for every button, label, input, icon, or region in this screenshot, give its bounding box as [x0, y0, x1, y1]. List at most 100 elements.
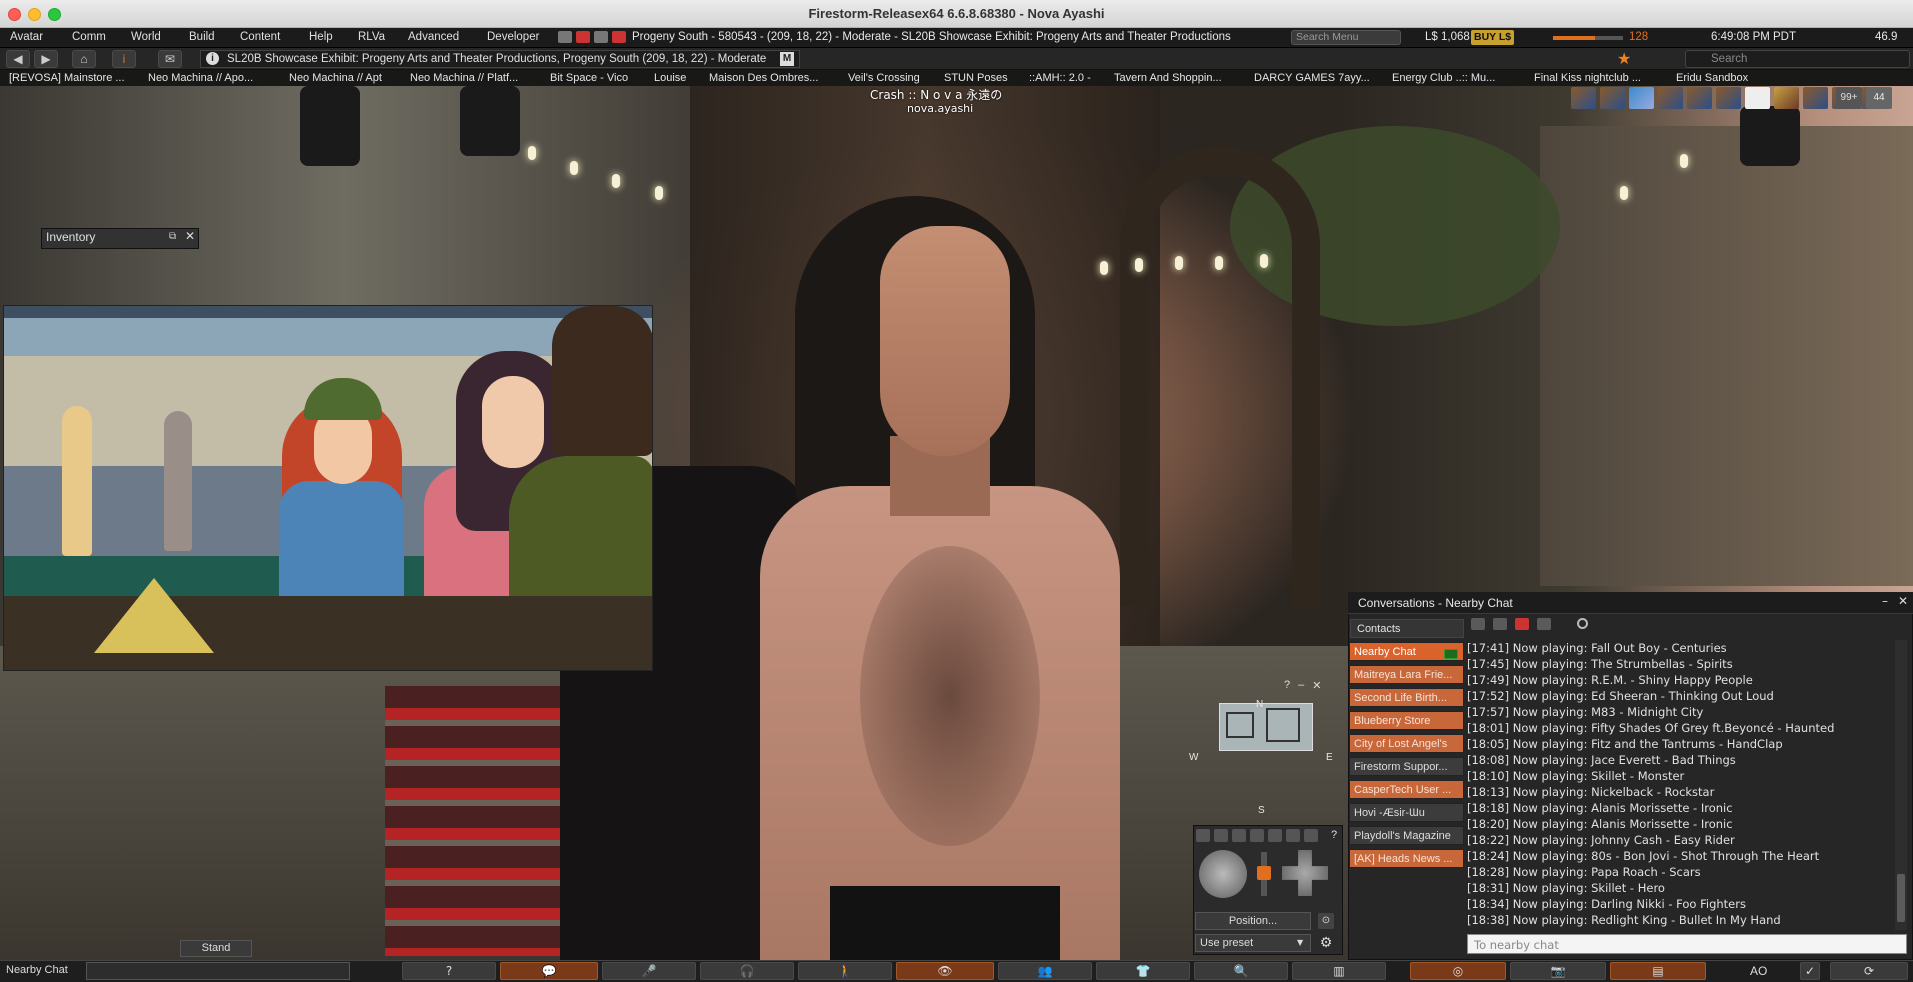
location-text[interactable]: Progeny South - 580543 - (209, 18, 22) -…	[632, 31, 1231, 43]
hud-icon[interactable]	[1658, 87, 1683, 109]
home-button[interactable]: ⌂	[72, 50, 96, 68]
favorite-item[interactable]: Eridu Sandbox	[1676, 72, 1748, 84]
search-button[interactable]: 🔍	[1194, 962, 1288, 980]
camera-free-icon[interactable]	[1286, 829, 1300, 842]
favorite-item[interactable]: Tavern And Shoppin...	[1114, 72, 1222, 84]
favorite-item[interactable]: [REVOSA] Mainstore ...	[9, 72, 125, 84]
favorite-item[interactable]: Bit Space - Vico	[550, 72, 628, 84]
position-button[interactable]: Position...	[1195, 912, 1311, 930]
ao-cycle-button[interactable]: ⟳	[1830, 962, 1908, 980]
info-button[interactable]: i	[112, 50, 136, 68]
favorite-item[interactable]: Final Kiss nightclub ...	[1534, 72, 1641, 84]
avatar-model[interactable]	[740, 146, 1160, 960]
search-menu-input[interactable]: Search Menu	[1291, 30, 1401, 45]
favorite-item[interactable]: ::AMH:: 2.0 -	[1029, 72, 1091, 84]
people-button[interactable]: 👥	[998, 962, 1092, 980]
hud-icon[interactable]	[1571, 87, 1596, 109]
view-button[interactable]: 👁	[896, 962, 994, 980]
camera-object-view-icon[interactable]	[1250, 829, 1264, 842]
favorite-item[interactable]: Energy Club ..:: Mu...	[1392, 72, 1495, 84]
back-button[interactable]: ◀	[6, 50, 30, 68]
minimize-icon[interactable]: –	[1882, 594, 1888, 608]
conversation-tab[interactable]: City of Lost Angel's	[1349, 734, 1464, 753]
camera-preset-select[interactable]: Use preset	[1195, 934, 1311, 952]
chat-bubble-icon[interactable]	[1515, 618, 1529, 630]
close-icon[interactable]: ✕	[1898, 594, 1908, 608]
hud-icon[interactable]	[1803, 87, 1828, 109]
menu-build[interactable]: Build	[189, 31, 215, 43]
minimap-help-button[interactable]: ?	[1284, 679, 1290, 692]
menu-rlva[interactable]: RLVa	[358, 31, 385, 43]
hud-icon[interactable]	[1745, 87, 1770, 109]
close-icon[interactable]: ✕	[185, 229, 195, 243]
hud-icon[interactable]	[1687, 87, 1712, 109]
camera-help-button[interactable]: ?	[1331, 829, 1337, 841]
chat-scrollbar-thumb[interactable]	[1897, 874, 1905, 922]
radar-button[interactable]: ◎	[1410, 962, 1506, 980]
walk-run-fly-button[interactable]: 🚶	[798, 962, 892, 980]
stand-button[interactable]: Stand	[180, 940, 252, 957]
landmark-button[interactable]: ✉	[158, 50, 182, 68]
chat-button[interactable]: 💬	[500, 962, 598, 980]
conversation-tab[interactable]: Blueberry Store	[1349, 711, 1464, 730]
zoom-slider-handle[interactable]	[1257, 866, 1271, 880]
forward-button[interactable]: ▶	[34, 50, 58, 68]
appearance-button[interactable]: 👕	[1096, 962, 1190, 980]
buy-currency-button[interactable]: BUY L$	[1471, 30, 1515, 45]
hud-icon[interactable]	[1716, 87, 1741, 109]
menu-advanced[interactable]: Advanced	[408, 31, 459, 43]
conversation-tab[interactable]: Firestorm Suppor...	[1349, 757, 1464, 776]
menu-developer[interactable]: Developer	[487, 31, 539, 43]
camera-preset-rear-icon[interactable]	[1232, 829, 1246, 842]
search-icon[interactable]	[1577, 618, 1588, 629]
animation-overrider-label[interactable]: AO	[1750, 964, 1767, 978]
hud-icon[interactable]	[1774, 87, 1799, 109]
favorite-item[interactable]: DARCY GAMES 7ayy...	[1254, 72, 1370, 84]
voice-settings-button[interactable]: 🎧	[700, 962, 794, 980]
favorite-item[interactable]: Neo Machina // Apt	[289, 72, 382, 84]
hud-icon[interactable]	[1600, 87, 1625, 109]
search-input[interactable]: Search	[1685, 50, 1910, 68]
pin-icon[interactable]: ⊙	[1318, 913, 1334, 929]
chat-history-icon[interactable]	[1471, 618, 1485, 630]
favorite-item[interactable]: Louise	[654, 72, 686, 84]
inventory-button[interactable]: ▤	[1610, 962, 1706, 980]
conversation-tab[interactable]: Maitreya Lara Frie...	[1349, 665, 1464, 684]
conversation-tab[interactable]: [AK] Heads News ...	[1349, 849, 1464, 868]
chat-profile-icon[interactable]	[1493, 618, 1507, 630]
camera-preset-side-icon[interactable]	[1214, 829, 1228, 842]
menu-avatar[interactable]: Avatar	[10, 31, 43, 43]
location-address-input[interactable]: SL20B Showcase Exhibit: Progeny Arts and…	[200, 50, 800, 68]
favorite-item[interactable]: Veil's Crossing	[848, 72, 920, 84]
minimap-close-button[interactable]: ✕	[1312, 679, 1321, 692]
chat-options-icon[interactable]	[1537, 618, 1551, 630]
balance[interactable]: L$ 1,068	[1425, 31, 1470, 43]
chat-log[interactable]: [17:41] Now playing: Fall Out Boy - Cent…	[1467, 640, 1893, 929]
map-button[interactable]: ▥	[1292, 962, 1386, 980]
help-button[interactable]: ?	[402, 962, 496, 980]
conversation-tab[interactable]: Second Life Birth...	[1349, 688, 1464, 707]
conversation-tab[interactable]: CasperTech User ...	[1349, 780, 1464, 799]
favorite-star-icon[interactable]: ★	[1617, 49, 1631, 69]
menu-comm[interactable]: Comm	[72, 31, 106, 43]
hud-icon[interactable]	[1629, 87, 1654, 109]
camera-mouselook-icon[interactable]	[1268, 829, 1282, 842]
undock-icon[interactable]: ⧉	[169, 231, 176, 242]
favorite-item[interactable]: STUN Poses	[944, 72, 1008, 84]
favorite-item[interactable]: Neo Machina // Apo...	[148, 72, 253, 84]
favorite-item[interactable]: Neo Machina // Platf...	[410, 72, 518, 84]
favorite-item[interactable]: Maison Des Ombres...	[709, 72, 818, 84]
contacts-button[interactable]: Contacts	[1350, 619, 1464, 638]
ao-toggle-checkbox[interactable]: ✓	[1800, 962, 1820, 980]
minimap-minimize-button[interactable]: –	[1298, 679, 1304, 692]
camera-reset-icon[interactable]	[1304, 829, 1318, 842]
nearby-chat-bar-input[interactable]	[86, 962, 350, 980]
conversation-tab[interactable]: Playdoll's Magazine	[1349, 826, 1464, 845]
menu-help[interactable]: Help	[309, 31, 333, 43]
minimap-map[interactable]	[1219, 703, 1313, 751]
camera-preset-front-icon[interactable]	[1196, 829, 1210, 842]
menu-world[interactable]: World	[131, 31, 161, 43]
snapshot-button[interactable]: 📷	[1510, 962, 1606, 980]
media-screen[interactable]	[3, 305, 653, 671]
nearby-chat-input[interactable]: To nearby chat	[1467, 934, 1907, 954]
